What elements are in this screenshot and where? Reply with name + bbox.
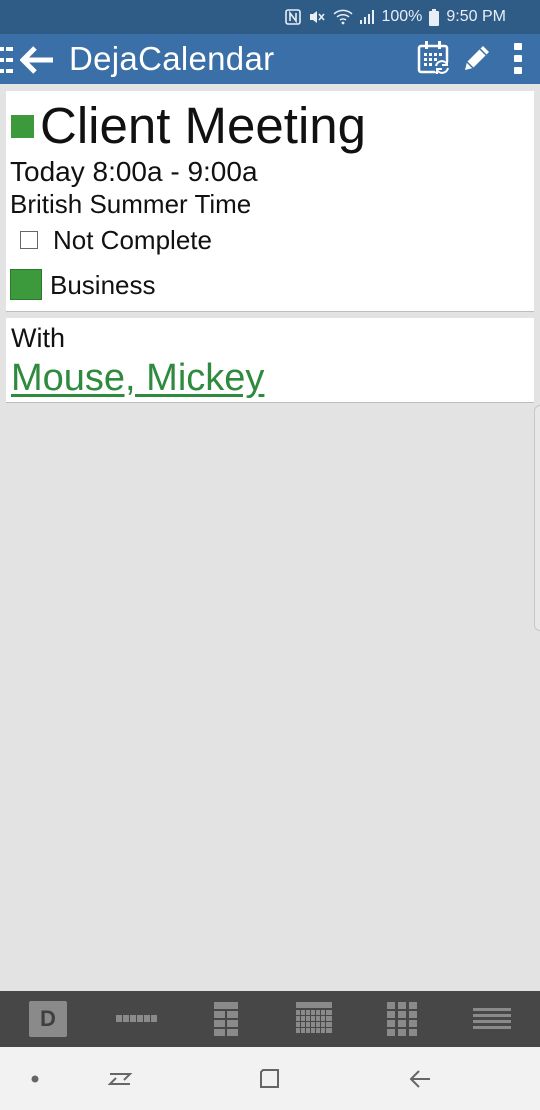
dot-icon: [31, 1075, 39, 1082]
view-switcher-bar: D: [0, 991, 540, 1047]
edge-panel-handle[interactable]: [534, 405, 540, 631]
attendee-link[interactable]: Mouse, Mickey: [11, 356, 264, 400]
more-vert-icon[interactable]: [513, 42, 523, 81]
signal-icon: [360, 9, 375, 25]
app-title: DejaCalendar: [69, 40, 275, 77]
battery-icon: [429, 8, 440, 26]
recent-apps-icon: [107, 1072, 133, 1085]
recent-apps-button[interactable]: [100, 1047, 140, 1110]
wifi-icon: [333, 9, 354, 25]
day-view-icon: D: [29, 1001, 67, 1037]
battery-percent: 100%: [381, 8, 423, 25]
home-button[interactable]: [250, 1047, 290, 1110]
list-view-icon: [473, 1008, 511, 1029]
edit-pencil-icon[interactable]: [461, 42, 493, 79]
event-color-marker: [11, 115, 34, 138]
year-view-button[interactable]: [365, 991, 439, 1047]
back-arrow-icon[interactable]: [19, 46, 54, 79]
week-view-button[interactable]: [189, 991, 263, 1047]
month-view-button[interactable]: [277, 991, 351, 1047]
list-view-button[interactable]: [455, 991, 529, 1047]
day-view-button[interactable]: D: [11, 991, 85, 1047]
status-icons: 100% 9:50 PM: [285, 6, 506, 28]
with-label: With: [11, 323, 65, 353]
category-color-swatch: [10, 269, 42, 300]
nav-dot-button[interactable]: [20, 1047, 50, 1110]
day-view-letter: D: [40, 1006, 56, 1031]
complete-checkbox[interactable]: [20, 231, 38, 249]
calendar-sync-icon[interactable]: [417, 40, 451, 81]
week-view-icon: [214, 1002, 238, 1036]
home-icon: [260, 1068, 279, 1088]
clock: 9:50 PM: [446, 8, 506, 25]
event-details-card: Client Meeting Today 8:00a - 9:00a Briti…: [6, 91, 534, 312]
event-timezone: British Summer Time: [10, 189, 252, 219]
event-time: Today 8:00a - 9:00a: [10, 156, 258, 187]
system-nav-bar: [0, 1047, 540, 1110]
mute-icon: [308, 9, 326, 25]
system-back-button[interactable]: [400, 1047, 440, 1110]
complete-status-label: Not Complete: [53, 225, 212, 255]
event-title: Client Meeting: [40, 97, 366, 154]
app-bar: DejaCalendar: [0, 34, 540, 84]
status-bar: 100% 9:50 PM: [0, 0, 540, 34]
month-view-icon: [296, 1002, 332, 1033]
category-label: Business: [50, 270, 156, 300]
year-view-icon: [387, 1002, 417, 1036]
drawer-icon[interactable]: [0, 45, 13, 80]
nfc-icon: [285, 9, 302, 25]
system-back-icon: [409, 1069, 430, 1088]
agenda-strip-view-button[interactable]: [100, 991, 174, 1047]
agenda-strip-icon: [116, 1015, 157, 1022]
attendees-card: With Mouse, Mickey: [6, 318, 534, 403]
